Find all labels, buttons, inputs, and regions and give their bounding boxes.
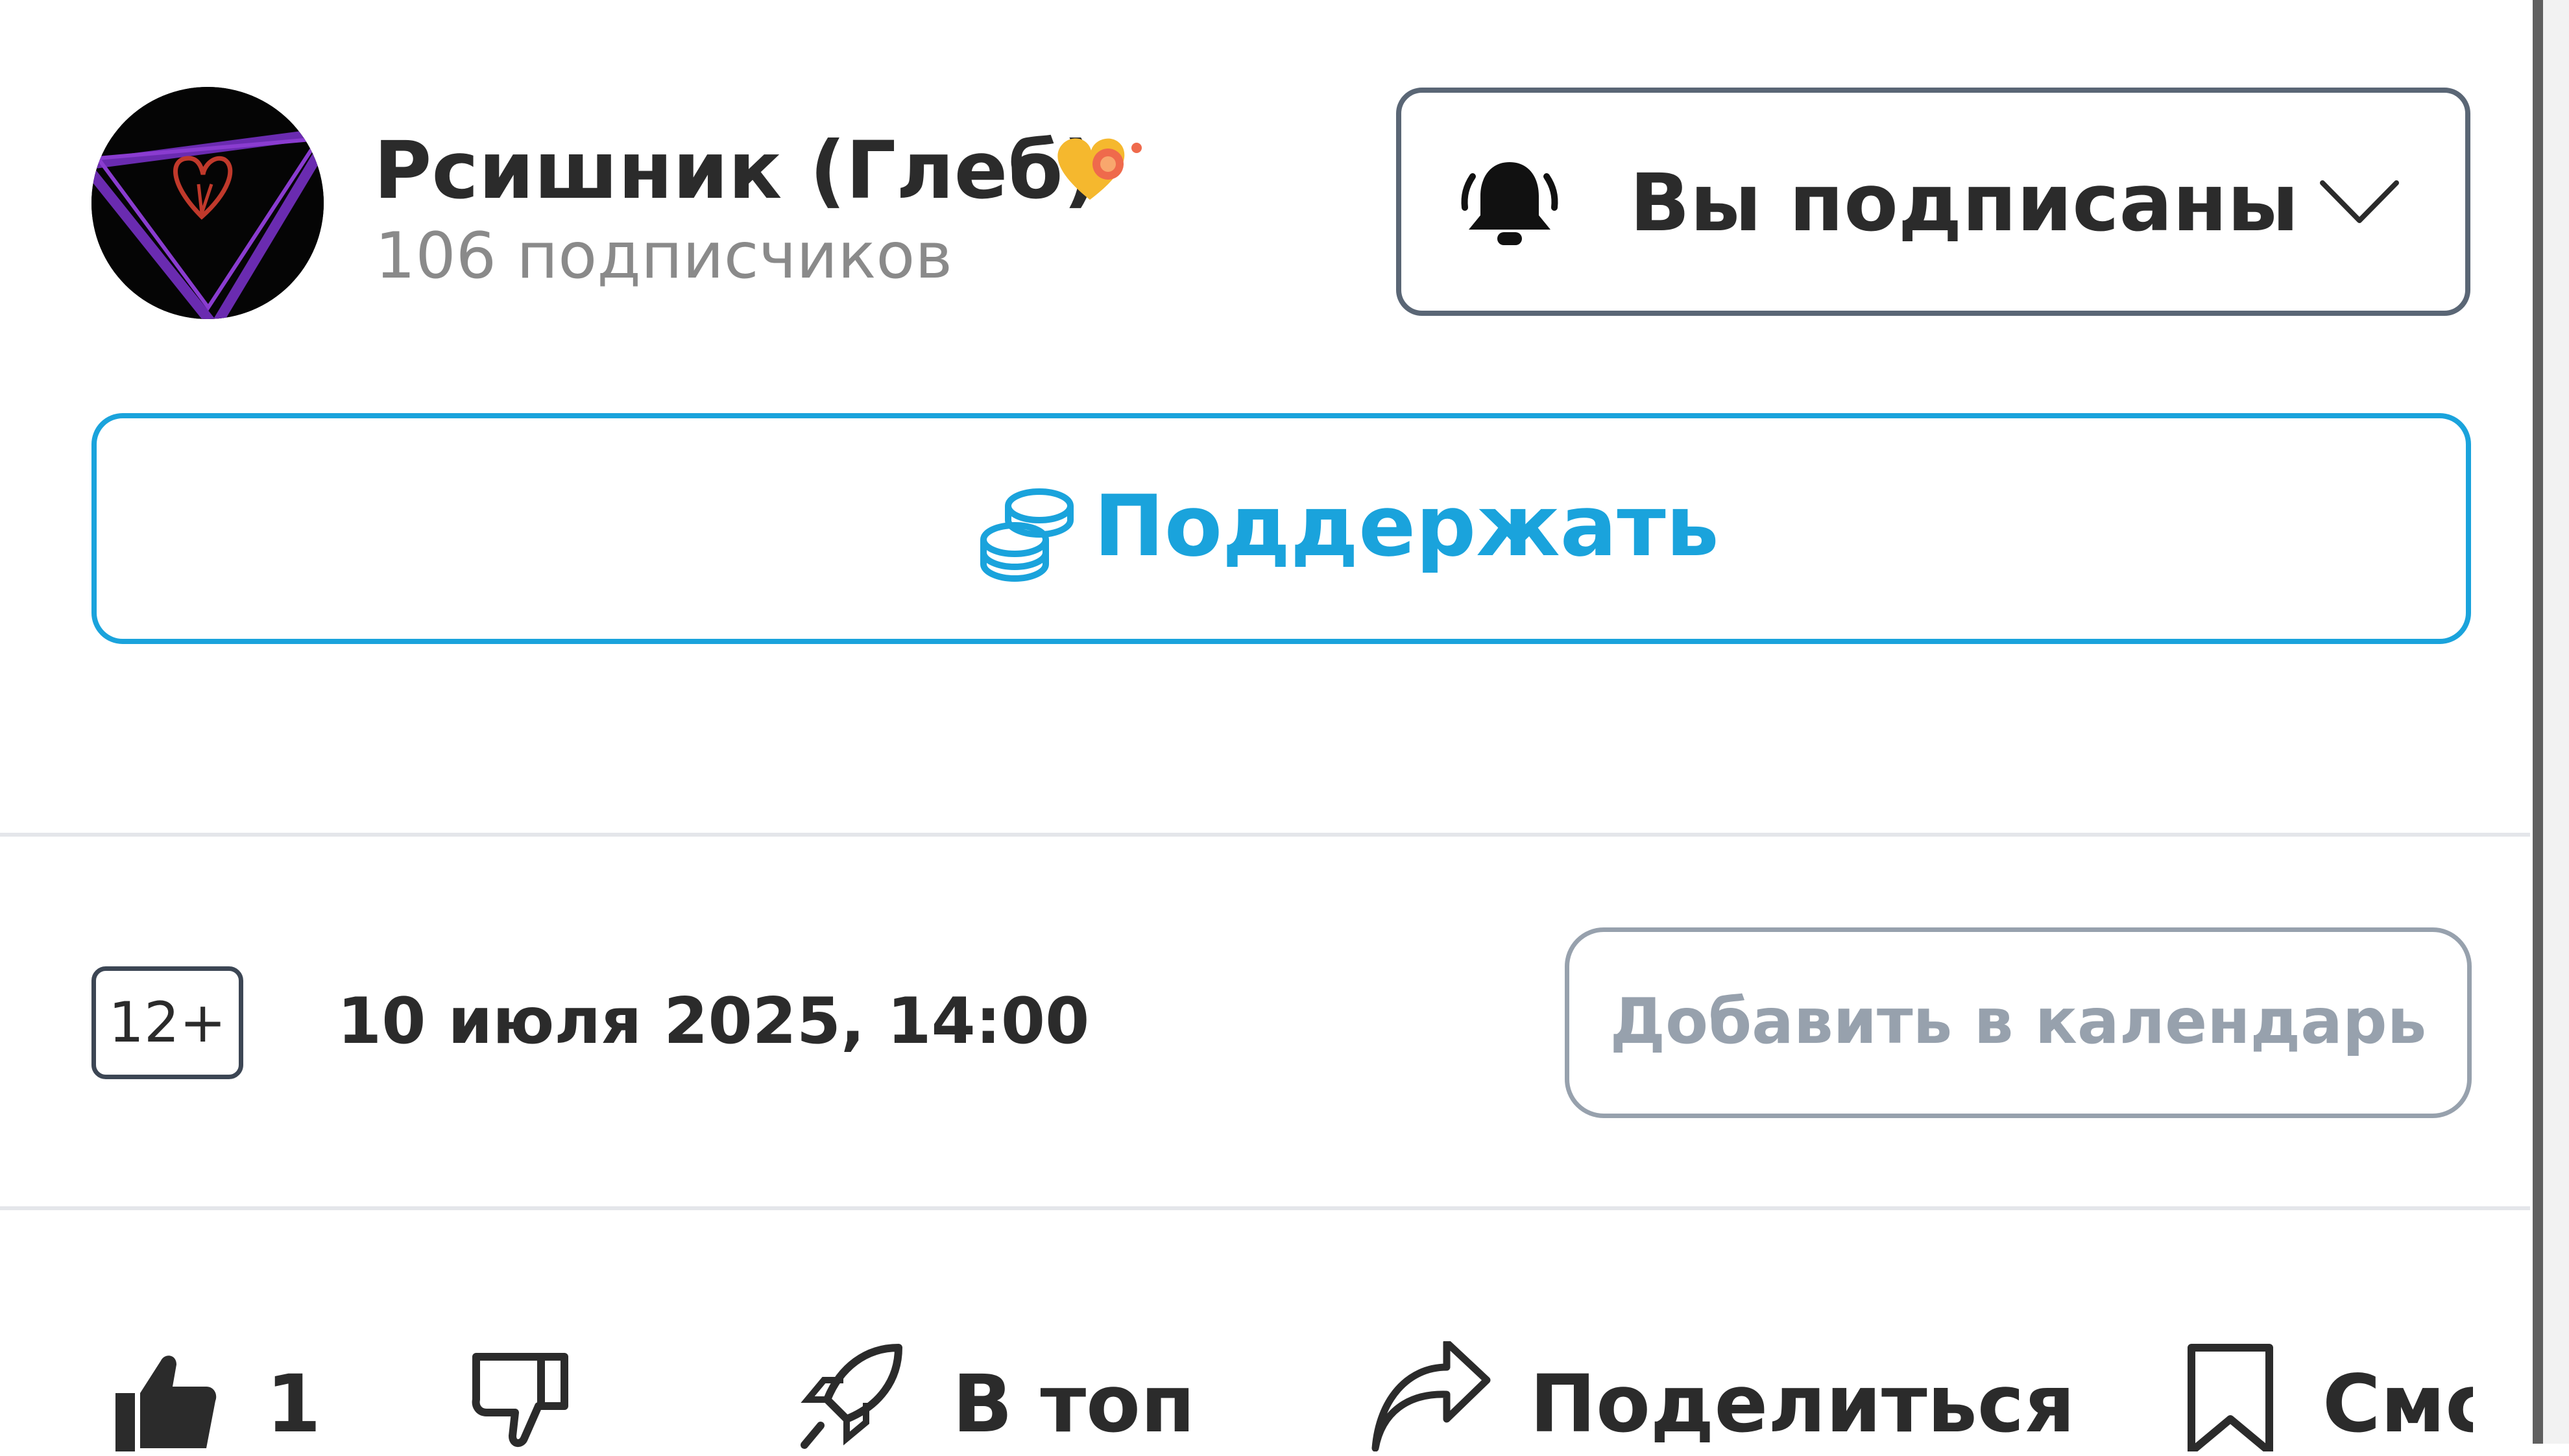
author-name[interactable]: Рсишник (Глеб) bbox=[374, 122, 1099, 219]
thumbs-down-icon[interactable] bbox=[467, 1341, 577, 1451]
add-to-calendar-label: Добавить в календарь bbox=[1610, 985, 2427, 1058]
avatar-art-icon bbox=[91, 87, 324, 319]
age-rating-badge: 12+ bbox=[91, 966, 243, 1079]
divider bbox=[0, 833, 2530, 837]
save-label[interactable]: Смс bbox=[2322, 1352, 2473, 1456]
rocket-icon[interactable] bbox=[795, 1341, 905, 1451]
bookmark-icon[interactable] bbox=[2185, 1341, 2295, 1455]
likes-count: 1 bbox=[266, 1358, 321, 1450]
avatar[interactable] bbox=[91, 87, 324, 319]
share-label[interactable]: Поделиться bbox=[1530, 1352, 2075, 1456]
scrollbar[interactable] bbox=[2533, 0, 2543, 1444]
page-edge bbox=[2543, 0, 2569, 1444]
divider bbox=[0, 1206, 2530, 1210]
event-date: 10 июля 2025, 14:00 bbox=[337, 985, 1090, 1058]
followers-count: 106 подписчиков bbox=[375, 219, 953, 293]
subscribe-label: Вы подписаны bbox=[1630, 157, 2299, 249]
thumbs-up-icon[interactable] bbox=[109, 1341, 219, 1451]
share-icon[interactable] bbox=[1369, 1339, 1491, 1452]
support-label: Поддержать bbox=[1094, 477, 1719, 575]
bell-icon bbox=[1454, 150, 1565, 261]
boost-label[interactable]: В топ bbox=[952, 1352, 1195, 1456]
coins-icon bbox=[974, 480, 1078, 584]
heart-badge-icon bbox=[1051, 128, 1148, 206]
chevron-down-icon bbox=[2317, 176, 2402, 228]
